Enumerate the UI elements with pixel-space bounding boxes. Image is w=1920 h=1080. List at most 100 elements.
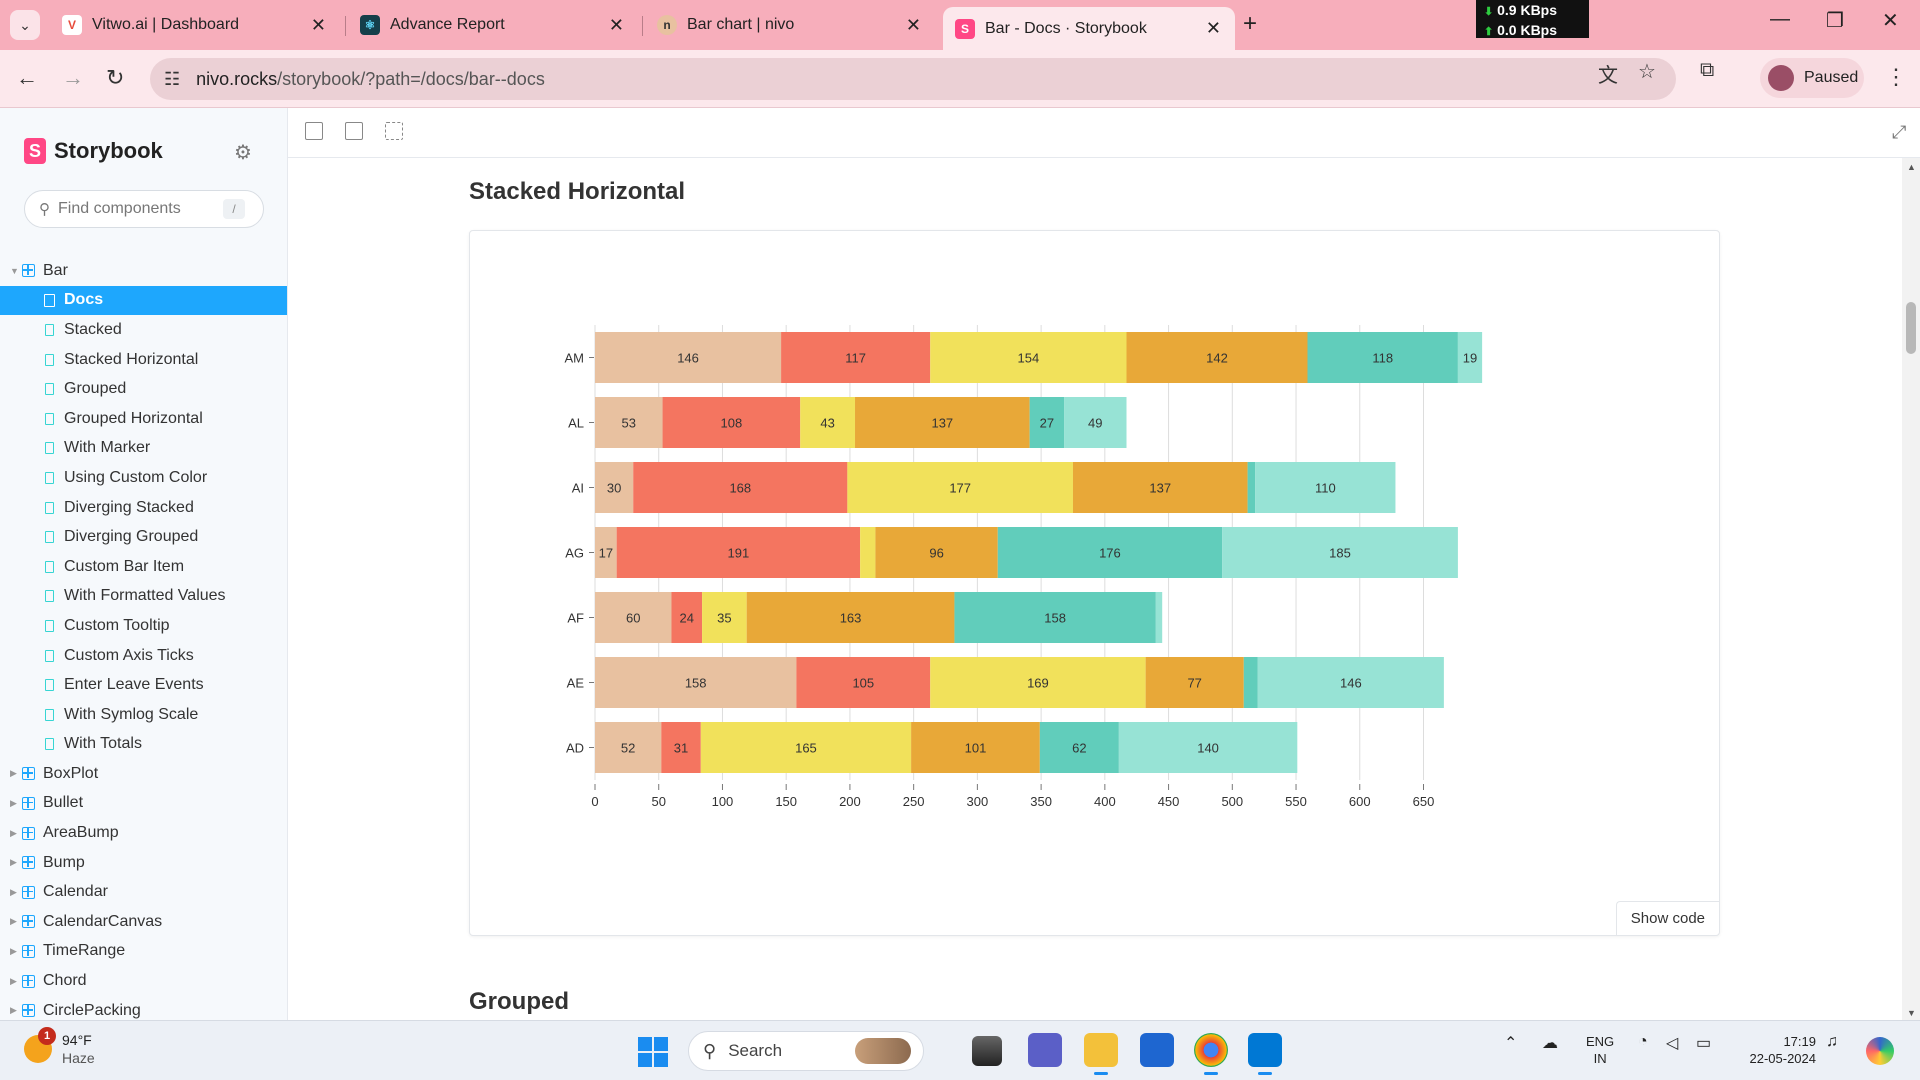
minimize-icon[interactable]: —: [1770, 8, 1790, 31]
sidebar-component-item[interactable]: ▶ Chord: [0, 966, 287, 996]
weather-widget[interactable]: 1 94°F Haze: [24, 1027, 95, 1067]
grid-icon[interactable]: [345, 122, 363, 140]
extensions-icon[interactable]: ⧉: [1700, 59, 1714, 82]
fullscreen-icon[interactable]: ⤢: [1892, 122, 1906, 143]
sidebar-story-item[interactable]: Stacked: [0, 315, 287, 345]
chevron-up-icon[interactable]: ⌃: [1504, 1033, 1517, 1053]
teams-icon[interactable]: [1028, 1033, 1062, 1067]
back-arrow-icon[interactable]: ←: [16, 65, 38, 91]
sidebar-story-item[interactable]: Using Custom Color: [0, 463, 287, 493]
gear-icon[interactable]: ⚙: [234, 140, 252, 165]
language-indicator[interactable]: ENG IN: [1586, 1033, 1614, 1067]
browser-tab[interactable]: n Bar chart | nivo ✕: [645, 7, 935, 43]
wifi-icon[interactable]: ◔: [1638, 1033, 1648, 1051]
storybook-sidebar: S Storybook ⚙ ⚲ Find components / ▼ Bar …: [0, 108, 288, 1020]
tab-search-button[interactable]: ⌄: [10, 10, 40, 40]
page-scrollbar[interactable]: ▲ ▼: [1902, 158, 1920, 1020]
sidebar-component-item[interactable]: ▶ CirclePacking: [0, 996, 287, 1020]
component-icon: [22, 944, 35, 958]
sidebar-component-item[interactable]: ▶ Bullet: [0, 789, 287, 819]
sidebar-story-item[interactable]: With Formatted Values: [0, 582, 287, 612]
restore-icon[interactable]: ❐: [1826, 8, 1844, 33]
image-icon[interactable]: [305, 122, 323, 140]
url-field[interactable]: ☷ nivo.rocks/storybook/?path=/docs/bar--…: [150, 58, 1676, 100]
windows-start-icon[interactable]: [638, 1037, 668, 1067]
sidebar-story-item[interactable]: Custom Tooltip: [0, 611, 287, 641]
sidebar-story-item[interactable]: With Marker: [0, 434, 287, 464]
menu-kebab-icon[interactable]: ⋮: [1885, 64, 1907, 90]
bar-value-label: 30: [607, 481, 621, 496]
volume-icon[interactable]: ◁: [1666, 1033, 1678, 1053]
sidebar-story-item[interactable]: Diverging Stacked: [0, 493, 287, 523]
battery-icon[interactable]: ▭: [1696, 1033, 1711, 1053]
story-label: With Totals: [64, 735, 142, 753]
component-label: CirclePacking: [43, 1001, 141, 1019]
clock[interactable]: 17:19 22-05-2024: [1740, 1033, 1817, 1067]
chrome-icon[interactable]: [1194, 1033, 1228, 1075]
show-code-button[interactable]: Show code: [1615, 901, 1719, 935]
time: 17:19: [1783, 1034, 1816, 1049]
component-icon: [22, 767, 35, 781]
sidebar-story-item[interactable]: Grouped: [0, 374, 287, 404]
sidebar-component-item[interactable]: ▶ BoxPlot: [0, 759, 287, 789]
store-icon[interactable]: [1140, 1033, 1174, 1067]
bar-segment: [1247, 462, 1256, 513]
vscode-icon[interactable]: [1248, 1033, 1282, 1075]
sidebar-component-item[interactable]: ▶ CalendarCanvas: [0, 907, 287, 937]
notification-bell-icon[interactable]: ♫: [1826, 1033, 1838, 1051]
y-tick-label: AD: [566, 741, 584, 756]
onedrive-icon[interactable]: ☁: [1542, 1033, 1558, 1053]
chevron-right-icon: ▶: [10, 768, 17, 779]
copilot-icon[interactable]: [1866, 1037, 1894, 1065]
close-icon[interactable]: ✕: [906, 15, 921, 36]
scroll-up-icon[interactable]: ▲: [1907, 162, 1916, 172]
sidebar-story-item[interactable]: Enter Leave Events: [0, 670, 287, 700]
tab-title: Bar - Docs · Storybook: [985, 19, 1147, 37]
sidebar-story-item[interactable]: Stacked Horizontal: [0, 345, 287, 375]
sidebar-story-item[interactable]: Custom Bar Item: [0, 552, 287, 582]
taskbar-search[interactable]: ⚲ Search: [688, 1031, 924, 1071]
sidebar-story-item[interactable]: Diverging Grouped: [0, 522, 287, 552]
bookmark-icon: [45, 412, 54, 425]
component-icon: [22, 796, 35, 810]
close-icon[interactable]: ✕: [609, 15, 624, 36]
reload-icon[interactable]: ↻: [106, 65, 124, 91]
sidebar-story-item[interactable]: With Symlog Scale: [0, 700, 287, 730]
close-icon[interactable]: ✕: [1206, 18, 1221, 39]
sidebar-component-item[interactable]: ▶ Calendar: [0, 877, 287, 907]
chevron-right-icon: ▶: [10, 886, 17, 897]
sidebar-component-item[interactable]: ▶ AreaBump: [0, 818, 287, 848]
window-close-icon[interactable]: ✕: [1882, 8, 1899, 33]
network-speed-widget: ⬇ 0.9 KBps ⬆ 0.0 KBps: [1476, 0, 1589, 38]
browser-tab-active[interactable]: S Bar - Docs · Storybook ✕: [943, 7, 1235, 50]
close-icon[interactable]: ✕: [311, 15, 326, 36]
task-view-icon[interactable]: [972, 1036, 1002, 1066]
new-tab-plus-icon[interactable]: +: [1243, 10, 1257, 38]
sidebar-story-item[interactable]: With Totals: [0, 730, 287, 760]
sidebar-component-item[interactable]: ▶ TimeRange: [0, 937, 287, 967]
star-icon[interactable]: ☆: [1638, 59, 1656, 84]
translate-icon[interactable]: 文: [1598, 59, 1618, 88]
sidebar-story-item[interactable]: Docs: [0, 285, 287, 316]
scroll-down-icon[interactable]: ▼: [1907, 1008, 1916, 1018]
sidebar-component-item[interactable]: ▶ Bump: [0, 848, 287, 878]
sidebar-story-item[interactable]: Custom Axis Ticks: [0, 641, 287, 671]
search-shortcut-badge: /: [223, 199, 245, 219]
browser-tab[interactable]: ⚛ Advance Report ✕: [348, 7, 638, 43]
bookmark-icon: [45, 501, 54, 514]
story-label: Enter Leave Events: [64, 676, 204, 694]
site-info-icon[interactable]: ☷: [164, 69, 180, 90]
sidebar-story-item[interactable]: Grouped Horizontal: [0, 404, 287, 434]
profile-button[interactable]: Paused: [1760, 58, 1864, 98]
net-upload: 0.0 KBps: [1497, 22, 1558, 38]
forward-arrow-icon[interactable]: →: [62, 65, 84, 91]
scrollbar-thumb[interactable]: [1906, 302, 1916, 354]
search-input[interactable]: ⚲ Find components /: [24, 190, 264, 228]
weather-condition: Haze: [62, 1050, 95, 1066]
storybook-logo[interactable]: S Storybook: [24, 138, 163, 164]
bar-value-label: 31: [674, 741, 688, 756]
tree-group-bar[interactable]: ▼ Bar: [0, 256, 287, 286]
browser-tab[interactable]: V Vitwo.ai | Dashboard ✕: [50, 7, 340, 43]
outline-icon[interactable]: [385, 122, 403, 140]
file-explorer-icon[interactable]: [1084, 1033, 1118, 1075]
